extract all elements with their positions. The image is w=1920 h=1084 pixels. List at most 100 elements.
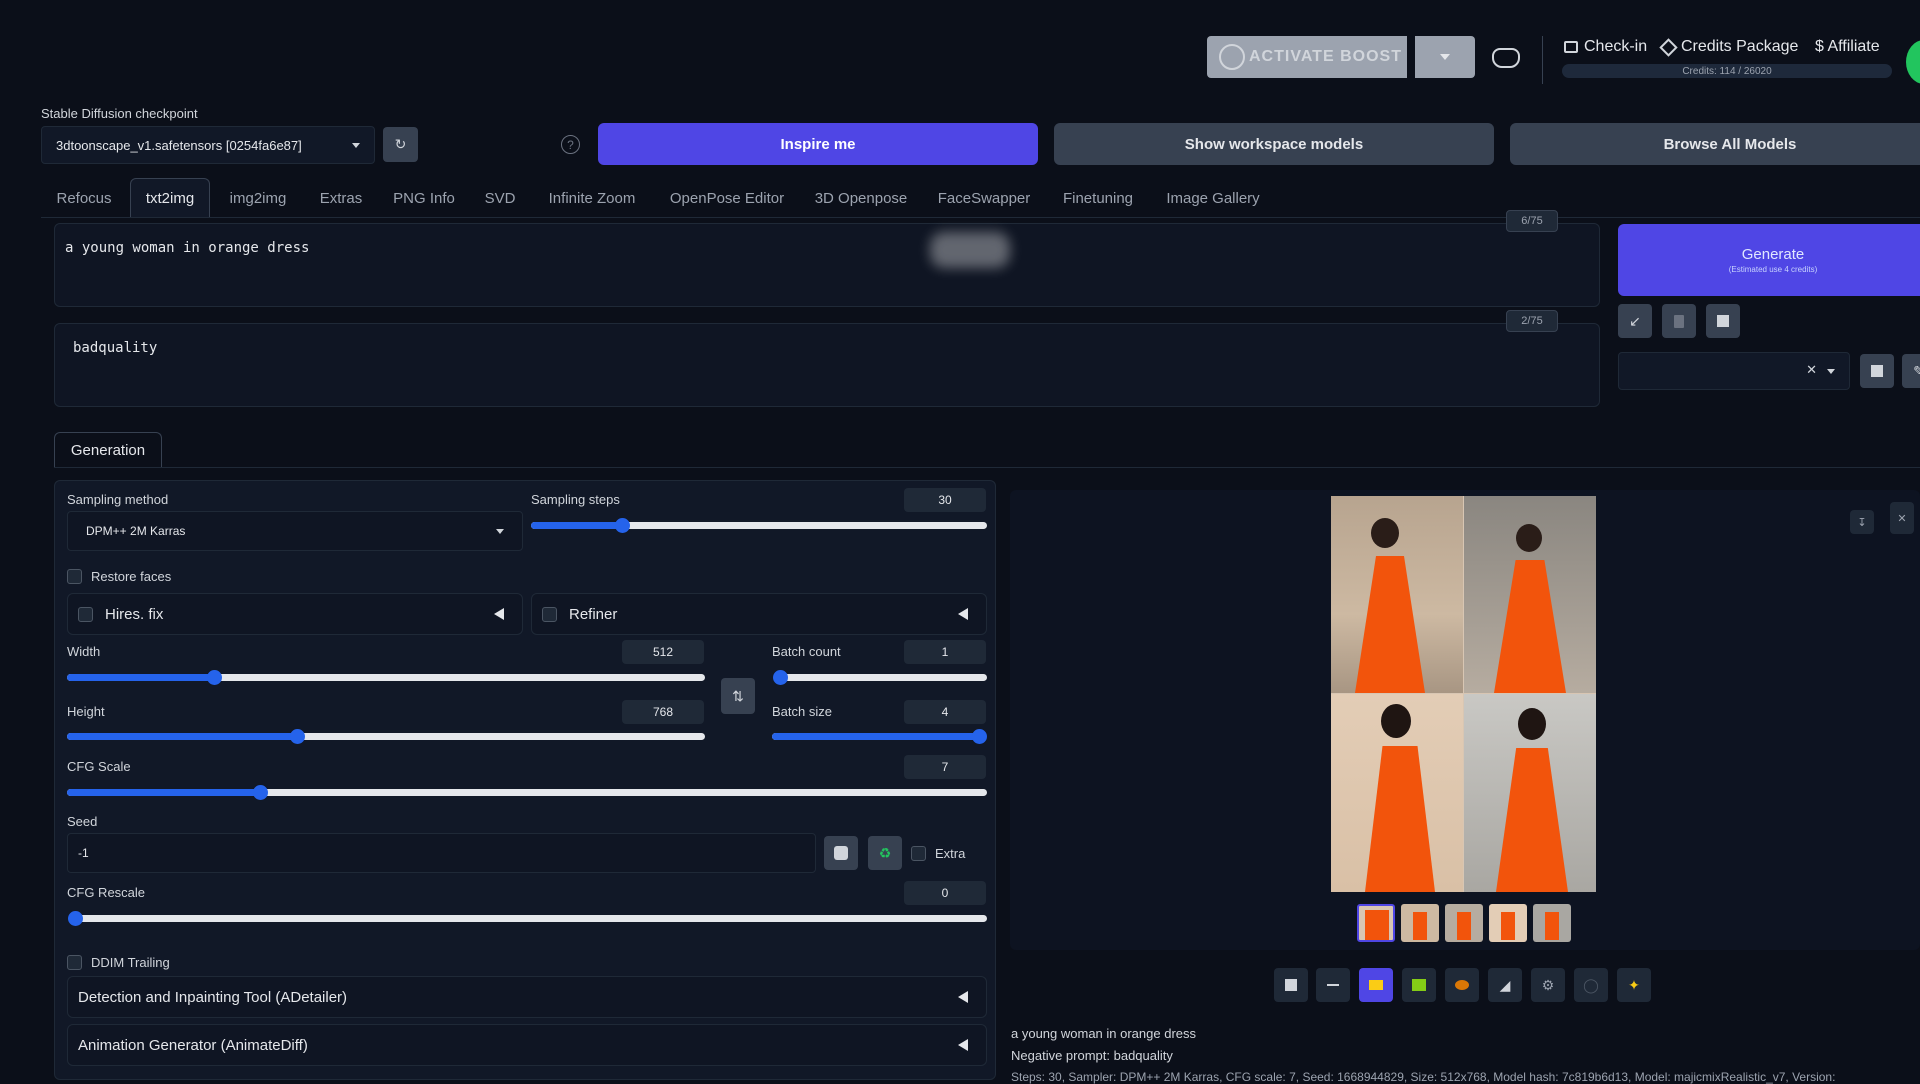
restore-faces-checkbox[interactable] (67, 569, 82, 584)
tab-refocus[interactable]: Refocus (48, 178, 120, 218)
inspire-me-button[interactable]: Inspire me (598, 123, 1038, 165)
reuse-seed-button[interactable]: ♻ (868, 836, 902, 870)
browse-all-models-button[interactable]: Browse All Models (1510, 123, 1920, 165)
height-label: Height (67, 704, 105, 719)
arrow-down-left-icon: ↙ (1629, 312, 1641, 329)
width-input[interactable]: 512 (622, 640, 704, 664)
swap-dimensions-button[interactable]: ⇅ (721, 678, 755, 714)
negative-prompt-input[interactable]: badquality (54, 323, 1600, 407)
thumbnail-1[interactable] (1401, 904, 1439, 942)
refresh-checkpoint-button[interactable]: ↻ (383, 127, 418, 162)
styles-select[interactable]: ✕ (1618, 352, 1850, 390)
check-in-link[interactable]: Check-in (1564, 38, 1647, 56)
sampling-method-value: DPM++ 2M Karras (86, 524, 186, 538)
sampling-steps-slider[interactable] (531, 518, 987, 533)
clear-icon[interactable]: ✕ (1806, 362, 1817, 378)
recycle-icon: ♻ (878, 844, 892, 861)
result-image-2[interactable] (1464, 496, 1596, 693)
sampling-steps-input[interactable]: 30 (904, 488, 986, 512)
positive-token-counter: 6/75 (1506, 210, 1558, 232)
avatar[interactable] (1906, 40, 1920, 84)
generate-button[interactable]: Generate (Estimated use 4 credits) (1618, 224, 1920, 296)
styles-button[interactable] (1706, 304, 1740, 338)
apply-style-button[interactable] (1860, 354, 1894, 388)
tab-3d-openpose[interactable]: 3D Openpose (808, 178, 914, 218)
width-slider[interactable] (67, 670, 705, 685)
batch-count-slider[interactable] (773, 670, 987, 685)
refiner-accordion[interactable]: Refiner (531, 593, 987, 635)
tab-svd[interactable]: SVD (478, 178, 522, 218)
hires-fix-checkbox[interactable] (78, 606, 93, 622)
tab-finetuning[interactable]: Finetuning (1054, 178, 1142, 218)
save-button[interactable] (1274, 968, 1308, 1002)
calendar-icon (1564, 41, 1578, 53)
batch-count-input[interactable]: 1 (904, 640, 986, 664)
tab-img2img[interactable]: img2img (222, 178, 294, 218)
animatediff-accordion[interactable]: Animation Generator (AnimateDiff) (67, 1024, 987, 1066)
help-icon[interactable]: ? (561, 135, 580, 154)
batch-size-slider[interactable] (772, 729, 987, 744)
activate-boost-button[interactable]: ACTIVATE BOOST (1207, 36, 1407, 78)
sparkle-icon: ✦ (1628, 976, 1640, 993)
result-image-3[interactable] (1331, 694, 1463, 892)
seed-value: -1 (78, 846, 89, 860)
open-folder-button[interactable] (1359, 968, 1393, 1002)
tab-infinite-zoom[interactable]: Infinite Zoom (540, 178, 644, 218)
sampling-method-select[interactable]: DPM++ 2M Karras (67, 511, 523, 551)
seed-input[interactable]: -1 (67, 833, 816, 873)
batch-size-input[interactable]: 4 (904, 700, 986, 724)
refiner-label: Refiner (569, 605, 618, 623)
thumbnail-2[interactable] (1445, 904, 1483, 942)
hires-fix-accordion[interactable]: Hires. fix (67, 593, 523, 635)
tab-faceswapper[interactable]: FaceSwapper (932, 178, 1036, 218)
refiner-checkbox[interactable] (542, 606, 557, 622)
cfg-rescale-slider[interactable] (68, 911, 987, 926)
tab-image-gallery[interactable]: Image Gallery (1160, 178, 1266, 218)
affiliate-link[interactable]: $ Affiliate (1815, 38, 1880, 56)
show-workspace-models-button[interactable]: Show workspace models (1054, 123, 1494, 165)
ddim-trailing-checkbox[interactable] (67, 955, 82, 970)
cfg-scale-input[interactable]: 7 (904, 755, 986, 779)
sparkle-button[interactable]: ✦ (1617, 968, 1651, 1002)
thumbnail-grid[interactable] (1357, 904, 1395, 942)
height-input[interactable]: 768 (622, 700, 704, 724)
hires-fix-label: Hires. fix (105, 605, 164, 623)
trash-button[interactable] (1662, 304, 1696, 338)
extra-seed-checkbox[interactable] (911, 846, 926, 861)
boost-dropdown-button[interactable] (1415, 36, 1475, 78)
send-to-img2img-button[interactable] (1402, 968, 1436, 1002)
tab-png-info[interactable]: PNG Info (388, 178, 460, 218)
result-image-4[interactable] (1464, 694, 1596, 892)
send-to-extras-button[interactable]: ◢ (1488, 968, 1522, 1002)
random-seed-button[interactable] (824, 836, 858, 870)
tab-txt2img[interactable]: txt2img (130, 178, 210, 218)
close-icon[interactable]: ✕ (1890, 502, 1914, 534)
tab-openpose-editor[interactable]: OpenPose Editor (664, 178, 790, 218)
result-image-grid[interactable] (1331, 496, 1596, 892)
palette-icon (1455, 980, 1469, 990)
read-params-button[interactable]: ↙ (1618, 304, 1652, 338)
tab-extras[interactable]: Extras (310, 178, 372, 218)
credits-package-link[interactable]: Credits Package (1659, 37, 1799, 57)
checkpoint-select[interactable]: 3dtoonscape_v1.safetensors [0254fa6e87] (41, 126, 375, 164)
generation-tab[interactable]: Generation (54, 432, 162, 468)
thumbnail-3[interactable] (1489, 904, 1527, 942)
refresh-output-button[interactable]: ◯ (1574, 968, 1608, 1002)
discord-icon[interactable] (1492, 48, 1520, 68)
send-to-openpose-button[interactable]: ⚙ (1531, 968, 1565, 1002)
positive-prompt-input[interactable]: a young woman in orange dress (54, 223, 1600, 307)
send-to-inpaint-button[interactable] (1445, 968, 1479, 1002)
layers-icon (1659, 37, 1678, 57)
height-slider[interactable] (67, 729, 705, 744)
cfg-scale-slider[interactable] (67, 785, 987, 800)
result-image-1[interactable] (1331, 496, 1463, 693)
adetailer-accordion[interactable]: Detection and Inpainting Tool (ADetailer… (67, 976, 987, 1018)
thumbnail-4[interactable] (1533, 904, 1571, 942)
ddim-trailing-label: DDIM Trailing (91, 955, 170, 970)
zip-button[interactable] (1316, 968, 1350, 1002)
download-icon[interactable]: ↧ (1850, 510, 1874, 534)
generation-divider (54, 467, 1920, 468)
edit-style-button[interactable]: ✎ (1902, 354, 1920, 388)
credits-package-label: Credits Package (1681, 38, 1799, 55)
cfg-rescale-input[interactable]: 0 (904, 881, 986, 905)
